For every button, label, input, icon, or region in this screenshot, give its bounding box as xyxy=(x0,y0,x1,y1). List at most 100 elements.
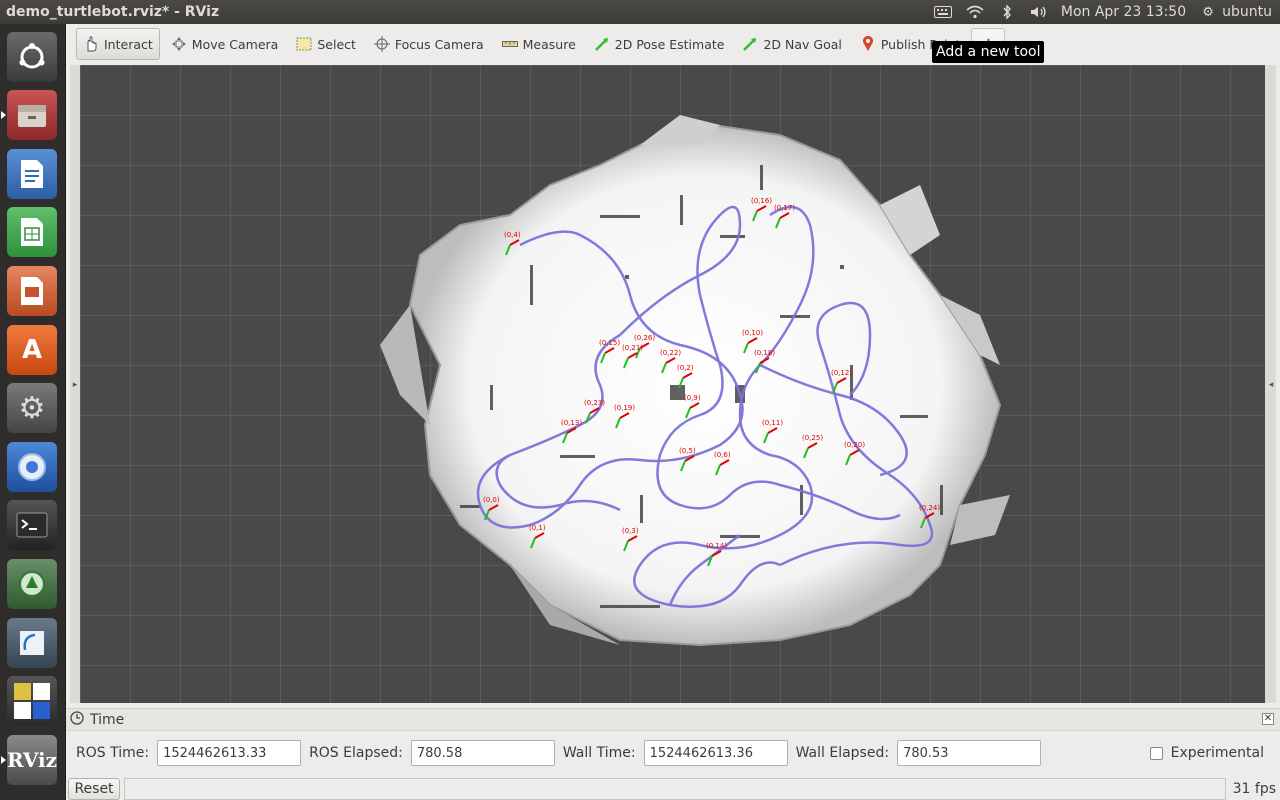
tool-2d-pose-estimate[interactable]: 2D Pose Estimate xyxy=(587,28,732,60)
wifi-icon[interactable] xyxy=(965,3,985,21)
time-panel-header: Time ✕ xyxy=(66,709,1280,731)
ros-time-field[interactable] xyxy=(157,740,302,766)
tool-measure[interactable]: Measure xyxy=(495,28,583,60)
crosshair-icon xyxy=(373,36,390,52)
reset-button[interactable]: Reset xyxy=(68,778,120,800)
libreoffice-writer-icon[interactable] xyxy=(7,149,57,199)
pose-label: (0,22) xyxy=(660,349,681,357)
system-settings-icon[interactable]: ⚙ xyxy=(7,383,57,433)
pose-label: (0,4) xyxy=(504,231,521,239)
time-fields-row: ROS Time: ROS Elapsed: Wall Time: Wall E… xyxy=(66,731,1280,775)
right-dock-toggle-icon[interactable]: ◂ xyxy=(1267,379,1275,391)
experimental-label: Experimental xyxy=(1170,745,1264,761)
pose-label: (0,11) xyxy=(762,419,783,427)
ros-elapsed-label: ROS Elapsed: xyxy=(309,745,403,761)
tool-label: Move Camera xyxy=(191,36,279,52)
pose-label: (0,24) xyxy=(919,504,940,512)
experimental-checkbox[interactable]: Experimental xyxy=(1149,745,1264,761)
green-arrow-icon xyxy=(594,36,610,52)
window-title: demo_turtlebot.rviz* - RViz xyxy=(6,4,220,20)
clock-icon xyxy=(70,710,84,729)
system-tray: Mon Apr 23 13:50 ⚙ ubuntu xyxy=(933,3,1280,21)
pose-label: (0,1) xyxy=(529,524,546,532)
pose-label: (0,3) xyxy=(622,527,639,535)
tool-select[interactable]: Select xyxy=(289,28,363,60)
tool-focus-camera[interactable]: Focus Camera xyxy=(367,28,491,60)
volume-icon[interactable] xyxy=(1029,3,1049,21)
move-camera-icon xyxy=(171,36,187,52)
pose-label: (0,17) xyxy=(774,204,795,212)
unity-launcher: A ⚙ RViz xyxy=(0,24,66,800)
pose-label: (0,13) xyxy=(561,419,582,427)
pose-label: (0,9) xyxy=(684,394,701,402)
pose-label: (0,19) xyxy=(614,404,635,412)
rviz-window: Interact Move Camera Select Focus Camera… xyxy=(66,24,1280,800)
hand-icon xyxy=(83,36,99,52)
software-center-icon[interactable]: A xyxy=(7,325,57,375)
ros-time-label: ROS Time: xyxy=(76,745,150,761)
ubuntu-dash-icon[interactable] xyxy=(7,32,57,82)
select-box-icon xyxy=(296,36,312,52)
pose-label: (0,5) xyxy=(679,447,696,455)
system-top-panel: demo_turtlebot.rviz* - RViz Mon Apr 23 1… xyxy=(0,0,1280,24)
pose-label: (0,18) xyxy=(754,349,775,357)
tool-bar: Interact Move Camera Select Focus Camera… xyxy=(66,24,1280,64)
pose-label: (0,23) xyxy=(584,399,605,407)
fps-counter: 31 fps xyxy=(1232,781,1276,797)
add-tool-tooltip: Add a new tool xyxy=(932,41,1045,63)
clock[interactable]: Mon Apr 23 13:50 xyxy=(1061,4,1186,20)
tool-label: 2D Nav Goal xyxy=(763,36,842,52)
wall-elapsed-label: Wall Elapsed: xyxy=(795,745,890,761)
pose-label: (0,0) xyxy=(483,496,500,504)
pose-label: (0,20) xyxy=(844,441,865,449)
user-name[interactable]: ubuntu xyxy=(1222,4,1272,20)
close-panel-icon[interactable]: ✕ xyxy=(1262,713,1274,725)
status-message-area xyxy=(124,778,1226,800)
pose-label: (0,10) xyxy=(742,329,763,337)
checkbox-box[interactable] xyxy=(1149,746,1163,760)
bluetooth-icon[interactable] xyxy=(997,3,1017,21)
rqt-icon[interactable] xyxy=(7,559,57,609)
wall-time-field[interactable] xyxy=(643,740,788,766)
green-arrow-icon xyxy=(742,36,758,52)
tool-interact[interactable]: Interact xyxy=(76,28,160,60)
render-view-3d[interactable]: (0,4) (0,17) (0,16) (0,15) (0,26) (0,10) (0,18… xyxy=(80,65,1265,703)
files-icon[interactable] xyxy=(1,90,57,140)
map-pin-icon xyxy=(860,36,876,52)
pose-label: (0,14) xyxy=(706,542,727,550)
tool-label: 2D Pose Estimate xyxy=(614,36,725,52)
status-bar: Reset 31 fps xyxy=(66,778,1280,800)
rviz-icon[interactable]: RViz xyxy=(1,735,57,785)
time-panel-title: Time xyxy=(90,711,125,728)
tool-label: Select xyxy=(317,36,356,52)
libreoffice-impress-icon[interactable] xyxy=(7,266,57,316)
tool-move-camera[interactable]: Move Camera xyxy=(164,28,286,60)
time-panel: Time ✕ ROS Time: ROS Elapsed: Wall Time:… xyxy=(66,708,1280,778)
map-canvas[interactable]: (0,4) (0,17)(0,16) (0,15) (0,26) (0,10) (0,18… xyxy=(80,65,1265,703)
tool-label: Measure xyxy=(522,36,576,52)
pose-label: (0,16) xyxy=(751,197,772,205)
pose-label: (0,2) xyxy=(677,364,694,372)
pose-label: (0,15) xyxy=(599,339,620,347)
pose-label: (0,25) xyxy=(802,434,823,442)
wall-time-label: Wall Time: xyxy=(562,745,636,761)
qtcreator-icon[interactable] xyxy=(7,618,57,668)
pose-label: (0,6) xyxy=(714,451,731,459)
ruler-icon xyxy=(501,36,518,52)
chromium-icon[interactable] xyxy=(7,442,57,492)
tool-2d-nav-goal[interactable]: 2D Nav Goal xyxy=(735,28,848,60)
terminal-icon[interactable] xyxy=(7,500,57,550)
pose-label: (0,12) xyxy=(831,369,852,377)
ros-elapsed-field[interactable] xyxy=(410,740,555,766)
settings-gear-icon[interactable]: ⚙ xyxy=(1198,3,1218,21)
pose-label: (0,26) xyxy=(634,334,655,342)
libreoffice-calc-icon[interactable] xyxy=(7,207,57,257)
left-dock-toggle-icon[interactable]: ▸ xyxy=(71,379,79,391)
tool-label: Focus Camera xyxy=(394,36,484,52)
render-view-frame: ▸ ◂ (0,4) (0,17) (0,16) (0,15) (0,26) (0… xyxy=(70,65,1276,703)
wall-elapsed-field[interactable] xyxy=(897,740,1042,766)
keyboard-icon[interactable] xyxy=(933,3,953,21)
tool-label: Interact xyxy=(104,36,153,52)
pose-label: (0,21) xyxy=(622,344,643,352)
workspace-switcher-icon[interactable] xyxy=(7,676,57,726)
